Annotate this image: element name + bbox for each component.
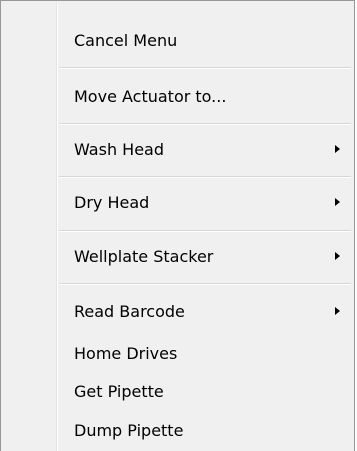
menu-item-dump-pipette[interactable]: Dump Pipette bbox=[4, 415, 351, 445]
menu-item-wellplate-stacker[interactable]: Wellplate Stacker bbox=[4, 241, 351, 271]
menu-separator bbox=[59, 123, 351, 125]
menu-item-label: Wash Head bbox=[74, 139, 164, 159]
menu-item-label: Dump Pipette bbox=[74, 420, 184, 440]
menu-item-cancel-menu[interactable]: Cancel Menu bbox=[4, 25, 351, 55]
menu-separator bbox=[59, 230, 351, 232]
menu-item-wash-head[interactable]: Wash Head bbox=[4, 134, 351, 164]
menu-item-get-pipette[interactable]: Get Pipette bbox=[4, 376, 351, 406]
submenu-arrow-icon bbox=[335, 252, 340, 260]
menu-item-label: Cancel Menu bbox=[74, 30, 178, 50]
menu-separator bbox=[59, 283, 351, 285]
menu-item-move-actuator[interactable]: Move Actuator to... bbox=[4, 81, 351, 111]
submenu-arrow-icon bbox=[335, 145, 340, 153]
menu-item-label: Dry Head bbox=[74, 192, 150, 212]
menu-item-label: Wellplate Stacker bbox=[74, 246, 214, 266]
menu-item-dry-head[interactable]: Dry Head bbox=[4, 187, 351, 217]
menu-item-label: Home Drives bbox=[74, 343, 178, 363]
menu-item-label: Get Pipette bbox=[74, 381, 164, 401]
menu-item-label: Move Actuator to... bbox=[74, 86, 227, 106]
menu-separator bbox=[59, 67, 351, 69]
context-menu: Cancel Menu Move Actuator to... Wash Hea… bbox=[0, 0, 355, 451]
submenu-arrow-icon bbox=[335, 307, 340, 315]
menu-item-read-barcode[interactable]: Read Barcode bbox=[4, 296, 351, 326]
submenu-arrow-icon bbox=[335, 198, 340, 206]
menu-item-home-drives[interactable]: Home Drives bbox=[4, 338, 351, 368]
menu-item-label: Read Barcode bbox=[74, 301, 185, 321]
menu-separator bbox=[59, 176, 351, 178]
